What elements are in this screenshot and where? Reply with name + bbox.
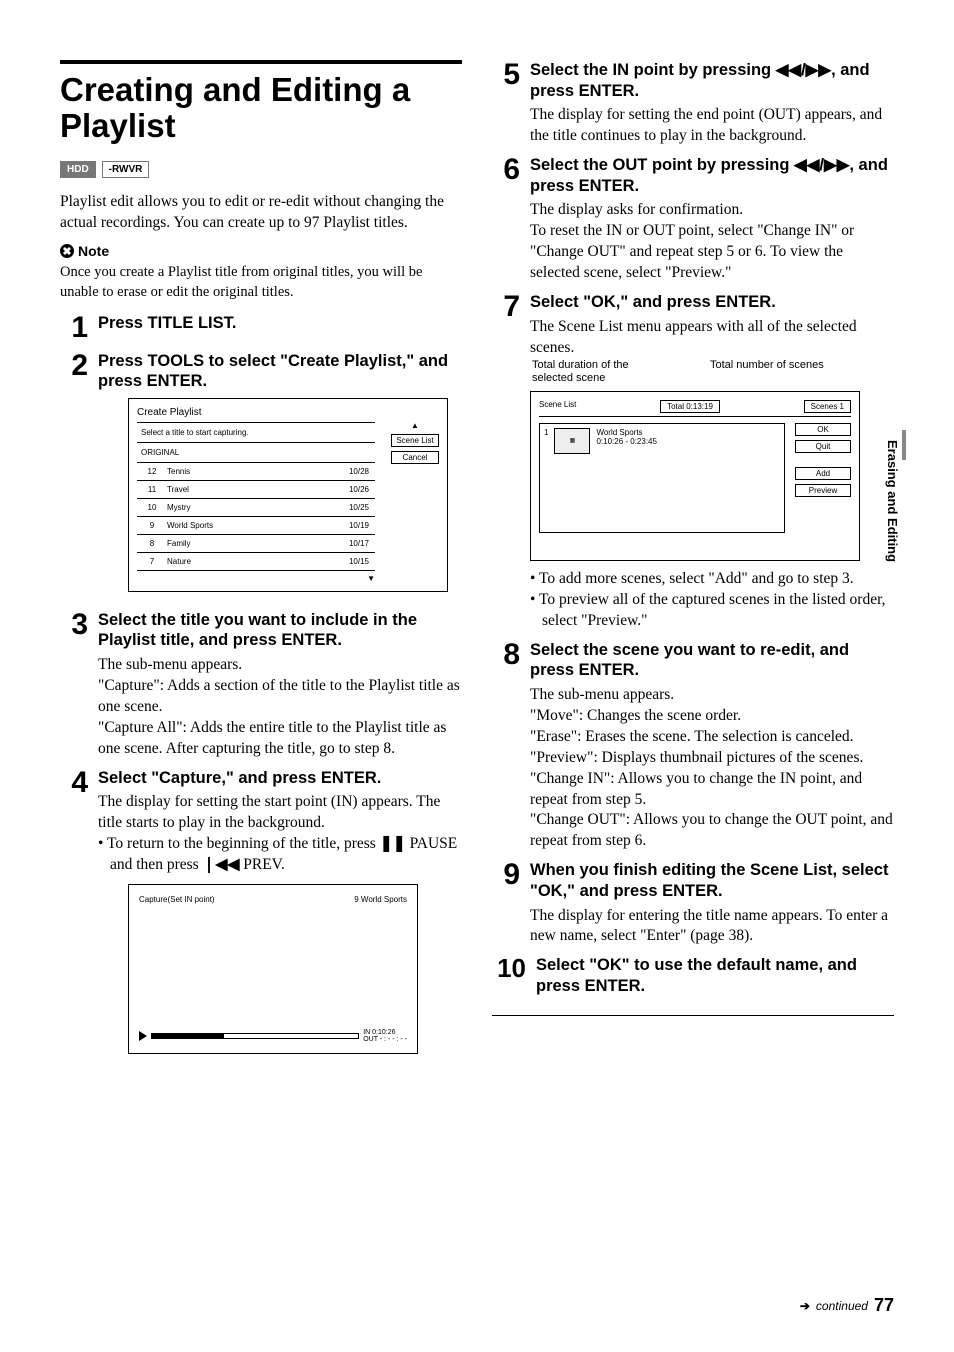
- note-label: Note: [78, 243, 109, 259]
- note-body: Once you create a Playlist title from or…: [60, 263, 462, 302]
- scene-list-button[interactable]: Scene List: [391, 434, 439, 447]
- step-number-8: 8: [492, 640, 520, 853]
- continued-label: continued: [816, 1299, 868, 1313]
- step-number-10: 10: [492, 955, 526, 1000]
- step2-head: Press TOOLS to select "Create Playlist,"…: [98, 351, 462, 392]
- left-column: Creating and Editing a Playlist HDD -RWV…: [60, 60, 462, 1072]
- title-rule: [60, 60, 462, 64]
- ui3-left-label: Scene List: [539, 400, 576, 413]
- step8-d4: "Preview": Displays thumbnail pictures o…: [530, 748, 894, 769]
- side-tab-label: Erasing and Editing: [885, 440, 900, 562]
- right-column: 5 Select the IN point by pressing ◀◀/▶▶,…: [492, 60, 894, 1072]
- step8-d6: "Change OUT": Allows you to change the O…: [530, 810, 894, 852]
- step-number-7: 7: [492, 292, 520, 632]
- step4-bullet: To return to the beginning of the title,…: [98, 834, 462, 876]
- annotation-duration: Total duration of the selected scene: [532, 359, 652, 385]
- create-playlist-ui: Create Playlist Select a title to start …: [128, 398, 448, 592]
- page-title: Creating and Editing a Playlist: [60, 72, 462, 145]
- step-number-6: 6: [492, 155, 520, 284]
- step-number-1: 1: [60, 313, 88, 343]
- table-row: 10Mystry10/25: [137, 502, 375, 513]
- step7-d1: The Scene List menu appears with all of …: [530, 317, 894, 359]
- step6-head: Select the OUT point by pressing ◀◀/▶▶, …: [530, 155, 894, 196]
- progress-track: [151, 1033, 359, 1039]
- page-number: 77: [874, 1295, 894, 1316]
- scene-list-ui: Scene List Total 0:13:19 Scenes 1 1 ▦ W: [530, 391, 860, 561]
- ui1-title: Create Playlist: [137, 407, 439, 418]
- ok-button[interactable]: OK: [795, 423, 851, 436]
- down-arrow-icon: ▼: [137, 574, 375, 583]
- step10-head: Select "OK" to use the default name, and…: [536, 955, 894, 996]
- add-button[interactable]: Add: [795, 467, 851, 480]
- step4-head: Select "Capture," and press ENTER.: [98, 768, 462, 789]
- step6-d2: To reset the IN or OUT point, select "Ch…: [530, 221, 894, 284]
- step8-d3: "Erase": Erases the scene. The selection…: [530, 727, 894, 748]
- step6-d1: The display asks for confirmation.: [530, 200, 894, 221]
- step-number-3: 3: [60, 610, 88, 760]
- up-arrow-icon: ▲: [391, 421, 439, 430]
- step8-head: Select the scene you want to re-edit, an…: [530, 640, 894, 681]
- thumbnail-icon: ▦: [554, 428, 590, 454]
- step1-head: Press TITLE LIST.: [98, 313, 462, 334]
- step-number-9: 9: [492, 860, 520, 947]
- step-number-4: 4: [60, 768, 88, 1064]
- step7-bullet1: To add more scenes, select "Add" and go …: [530, 569, 894, 590]
- step5-head: Select the IN point by pressing ◀◀/▶▶, a…: [530, 60, 894, 101]
- step-number-5: 5: [492, 60, 520, 147]
- prev-icon: ❘◀◀: [203, 856, 240, 873]
- capture-ui: Capture(Set IN point) 9 World Sports IN …: [128, 884, 418, 1054]
- table-row: 11Travel10/26: [137, 484, 375, 495]
- step8-d5: "Change IN": Allows you to change the IN…: [530, 769, 894, 811]
- table-row: 7Nature10/15: [137, 556, 375, 567]
- cancel-button[interactable]: Cancel: [391, 451, 439, 464]
- ui1-prompt: Select a title to start capturing.: [137, 426, 375, 439]
- note-heading: ✖ Note: [60, 243, 462, 259]
- scene-title: World Sports: [596, 428, 657, 437]
- badge-rwvr: -RWVR: [102, 161, 150, 178]
- in-time: IN 0:10:26: [363, 1029, 407, 1036]
- step5-d1: The display for setting the end point (O…: [530, 105, 894, 147]
- ui1-section: ORIGINAL: [137, 446, 375, 459]
- play-icon: [139, 1031, 147, 1041]
- step9-d1: The display for entering the title name …: [530, 906, 894, 948]
- preview-button[interactable]: Preview: [795, 484, 851, 497]
- end-rule: [492, 1015, 894, 1016]
- rew-fwd-icon: ◀◀/▶▶: [794, 156, 849, 174]
- media-badges: HDD -RWVR: [60, 161, 462, 178]
- badge-hdd: HDD: [60, 161, 96, 178]
- step8-d2: "Move": Changes the scene order.: [530, 706, 894, 727]
- step3-d1: The sub-menu appears.: [98, 655, 462, 676]
- step7-head: Select "OK," and press ENTER.: [530, 292, 894, 313]
- rew-fwd-icon: ◀◀/▶▶: [776, 61, 831, 79]
- annotation-count: Total number of scenes: [710, 359, 824, 385]
- step4-d1: The display for setting the start point …: [98, 792, 462, 834]
- scene-number: 1: [544, 428, 548, 437]
- note-icon: ✖: [60, 244, 74, 258]
- pause-icon: ❚❚: [380, 835, 406, 852]
- table-row: 12Tennis10/28: [137, 466, 375, 477]
- ui3-total: Total 0:13:19: [660, 400, 720, 413]
- ui2-title: Capture(Set IN point): [139, 895, 215, 904]
- continued-arrow-icon: ➔: [800, 1299, 810, 1313]
- out-time: OUT - : - - : - -: [363, 1036, 407, 1043]
- scene-time: 0:10:26 - 0:23:45: [596, 437, 657, 446]
- quit-button[interactable]: Quit: [795, 440, 851, 453]
- step3-d2: "Capture": Adds a section of the title t…: [98, 676, 462, 718]
- table-row: 8Family10/17: [137, 538, 375, 549]
- page-footer: ➔ continued 77: [800, 1295, 894, 1316]
- step-number-2: 2: [60, 351, 88, 602]
- scene-list-area: 1 ▦ World Sports 0:10:26 - 0:23:45: [539, 423, 785, 533]
- intro-text: Playlist edit allows you to edit or re-e…: [60, 192, 462, 234]
- step3-head: Select the title you want to include in …: [98, 610, 462, 651]
- step8-d1: The sub-menu appears.: [530, 685, 894, 706]
- step9-head: When you finish editing the Scene List, …: [530, 860, 894, 901]
- table-row: 9World Sports10/19: [137, 520, 375, 531]
- ui2-title-right: 9 World Sports: [354, 895, 407, 904]
- ui3-scenes: Scenes 1: [804, 400, 851, 413]
- side-tab-marker: [902, 430, 906, 460]
- step3-d3: "Capture All": Adds the entire title to …: [98, 718, 462, 760]
- step7-bullet2: To preview all of the captured scenes in…: [530, 590, 894, 632]
